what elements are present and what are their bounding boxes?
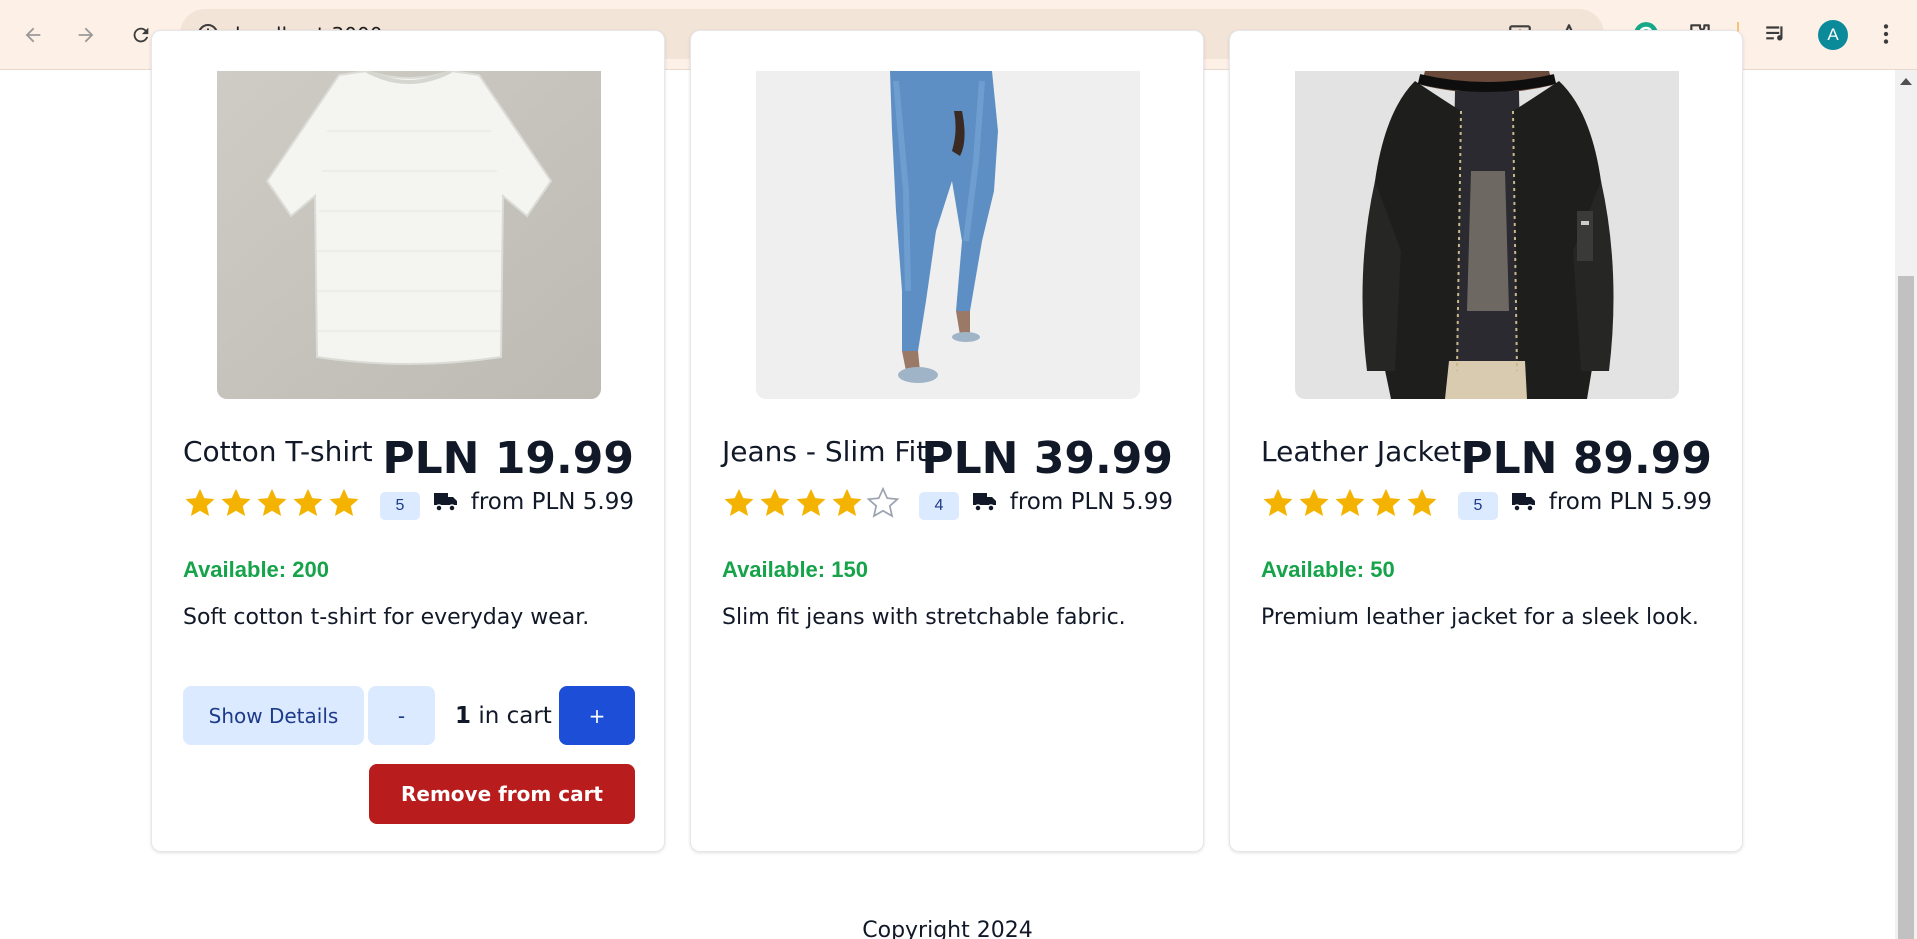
star-filled-icon xyxy=(832,488,862,517)
star-filled-icon xyxy=(1371,488,1401,517)
availability-text: Available: 200 xyxy=(183,557,329,582)
delivery-truck-icon xyxy=(1511,493,1535,512)
product-price: PLN 89.99 xyxy=(1460,433,1712,484)
product-image-tshirt xyxy=(217,71,601,399)
decrease-quantity-button[interactable]: - xyxy=(368,686,435,745)
product-card: Leather Jacket PLN 89.99 5 from PLN 5.99… xyxy=(1229,30,1743,852)
remove-from-cart-button[interactable]: Remove from cart xyxy=(369,764,635,824)
cart-count: 1 xyxy=(455,703,472,729)
increase-quantity-button[interactable]: + xyxy=(559,686,635,745)
product-card: Cotton T-shirt PLN 19.99 5 from PLN 5.99… xyxy=(151,30,665,852)
shipping-info: from PLN 5.99 xyxy=(972,489,1173,515)
star-filled-icon xyxy=(329,488,359,517)
star-filled-icon xyxy=(760,488,790,517)
shipping-info: from PLN 5.99 xyxy=(1511,489,1712,515)
star-filled-icon xyxy=(1263,488,1293,517)
star-filled-icon xyxy=(1335,488,1365,517)
product-description: Soft cotton t-shirt for everyday wear. xyxy=(183,605,590,630)
cart-quantity: 1 in cart xyxy=(455,703,552,729)
star-filled-icon xyxy=(1407,488,1437,517)
shipping-text: from PLN 5.99 xyxy=(1548,489,1712,515)
browser-menu-button[interactable] xyxy=(1872,20,1900,48)
product-price: PLN 19.99 xyxy=(382,433,634,484)
rating-stars xyxy=(722,486,900,520)
show-details-button[interactable]: Show Details xyxy=(183,686,364,745)
product-description: Slim fit jeans with stretchable fabric. xyxy=(722,605,1126,630)
star-filled-icon xyxy=(185,488,215,517)
product-image-jacket xyxy=(1295,71,1679,399)
back-button[interactable] xyxy=(15,17,51,53)
star-filled-icon xyxy=(293,488,323,517)
more-vert-icon xyxy=(1883,24,1889,44)
product-name: Cotton T-shirt xyxy=(183,435,373,468)
rating-stars xyxy=(183,486,361,520)
product-image-jeans xyxy=(756,71,1140,399)
scroll-up-arrow-icon[interactable] xyxy=(1900,78,1912,85)
reload-icon xyxy=(133,27,149,43)
forward-button[interactable] xyxy=(68,17,104,53)
forward-arrow-icon xyxy=(78,27,94,43)
product-name: Leather Jacket xyxy=(1261,435,1462,468)
cart-suffix: in cart xyxy=(471,703,552,729)
delivery-truck-icon xyxy=(433,493,457,512)
star-filled-icon xyxy=(724,488,754,517)
product-name: Jeans - Slim Fit xyxy=(722,435,928,468)
media-controls-icon xyxy=(1766,26,1783,41)
shipping-text: from PLN 5.99 xyxy=(470,489,634,515)
availability-text: Available: 150 xyxy=(722,557,868,582)
star-empty-icon xyxy=(866,486,900,518)
star-filled-icon xyxy=(796,488,826,517)
shipping-info: from PLN 5.99 xyxy=(433,489,634,515)
footer-copyright: Copyright 2024 xyxy=(862,918,1033,939)
rating-count-badge: 5 xyxy=(1458,492,1498,520)
product-card: Jeans - Slim Fit PLN 39.99 4 from PLN 5.… xyxy=(690,30,1204,852)
scroll-thumb[interactable] xyxy=(1898,276,1914,939)
product-description: Premium leather jacket for a sleek look. xyxy=(1261,605,1699,630)
media-controls-button[interactable] xyxy=(1762,20,1790,48)
star-filled-icon xyxy=(257,488,287,517)
shipping-text: from PLN 5.99 xyxy=(1009,489,1173,515)
back-arrow-icon xyxy=(25,27,41,43)
availability-text: Available: 50 xyxy=(1261,557,1395,582)
page-scrollbar[interactable] xyxy=(1895,70,1917,939)
star-filled-icon xyxy=(1299,488,1329,517)
delivery-truck-icon xyxy=(972,493,996,512)
rating-count-badge: 5 xyxy=(380,492,420,520)
product-price: PLN 39.99 xyxy=(921,433,1173,484)
star-filled-icon xyxy=(221,488,251,517)
profile-avatar[interactable]: A xyxy=(1818,20,1848,50)
rating-count-badge: 4 xyxy=(919,492,959,520)
rating-stars xyxy=(1261,486,1439,520)
